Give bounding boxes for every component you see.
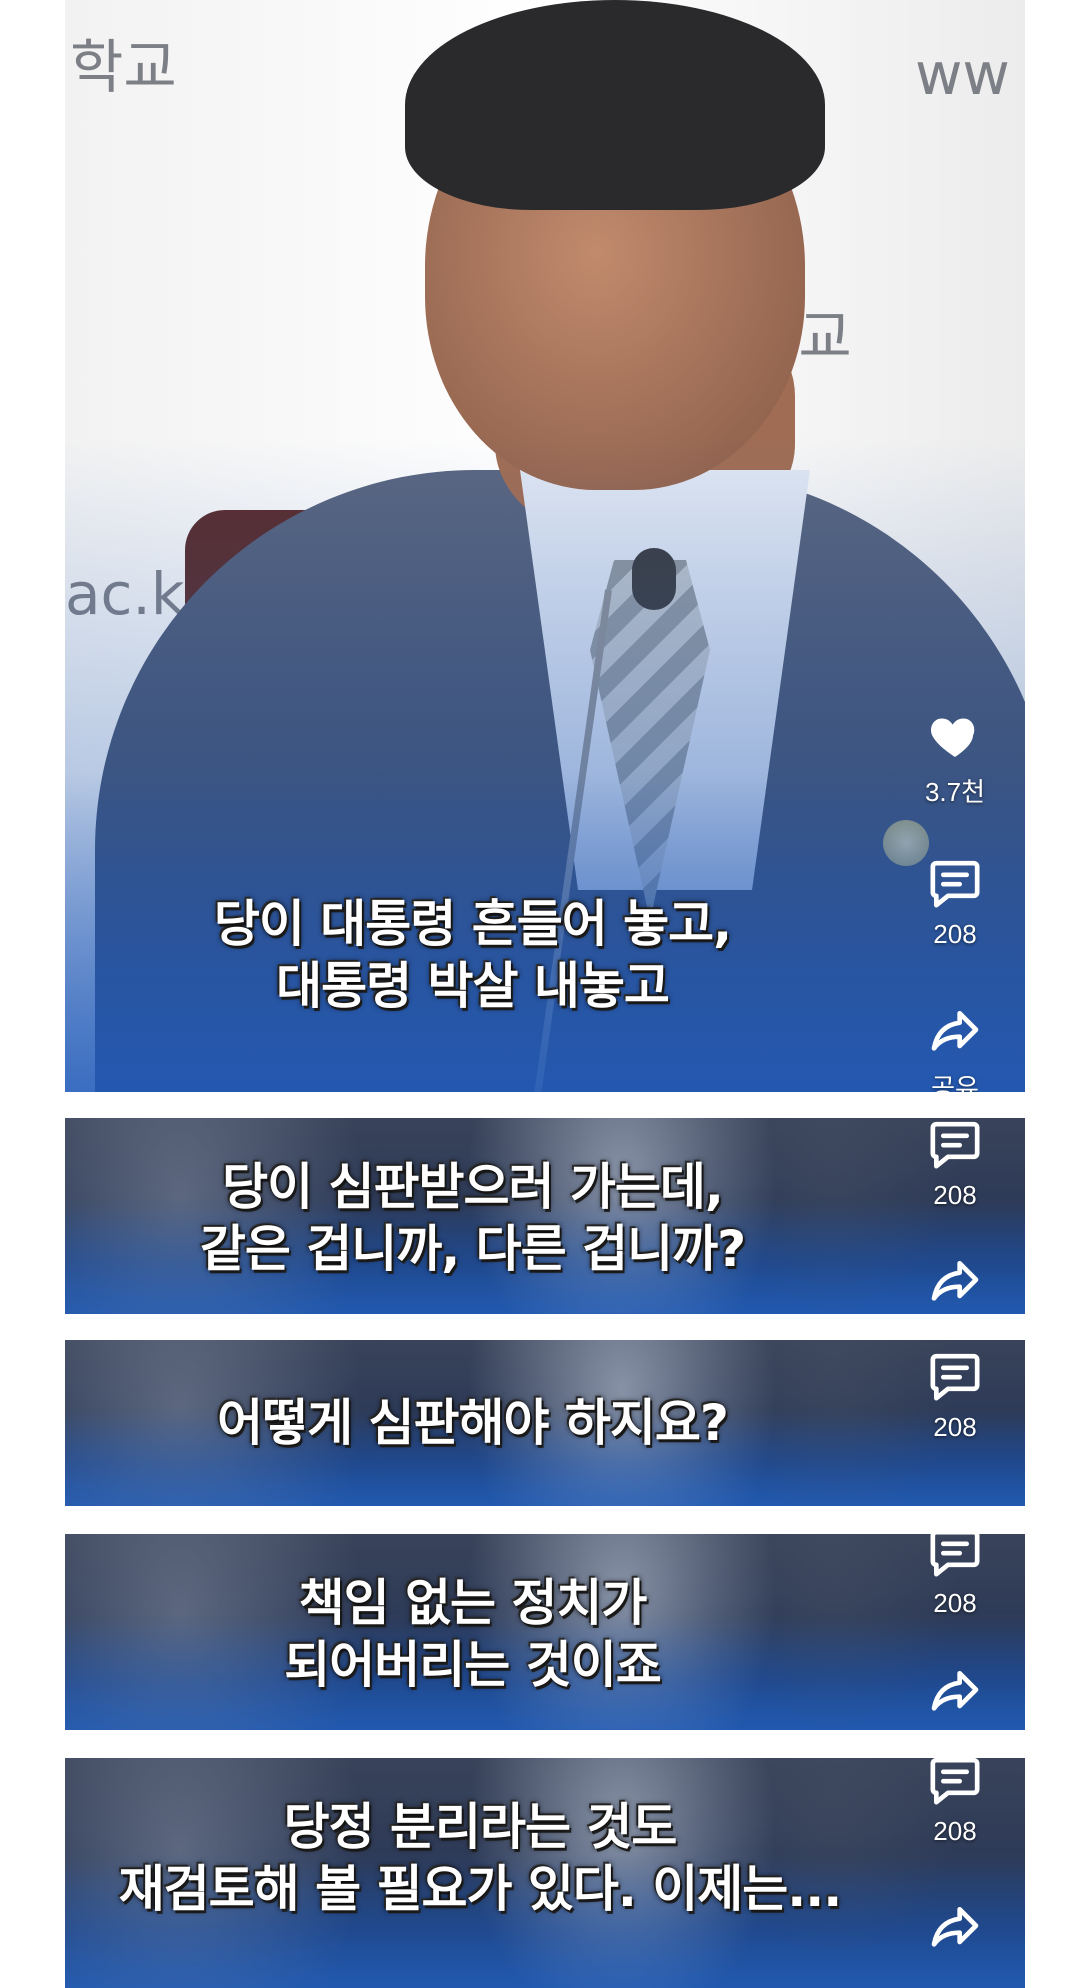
subtitle-caption: 어떻게 심판해야 하지요? [217,1394,729,1452]
video-frame-1[interactable]: 학교 ww 학교 ac.k 당이 대통령 흔들어 놓고, 대통령 박살 내놓고 … [65,0,1025,1092]
share-icon [931,1011,979,1051]
comment-icon [930,1121,980,1169]
subtitle-caption: 당이 대통령 흔들어 놓고, 대통령 박살 내놓고 [213,895,732,1015]
comment-count: 208 [933,1816,977,1846]
share-icon [931,1671,979,1711]
subtitle-caption: 당정 분리라는 것도 재검토해 볼 필요가 있다. 이제는... [118,1798,843,1918]
comment-icon [930,1353,980,1401]
video-frame-5[interactable]: 당정 분리라는 것도 재검토해 볼 필요가 있다. 이제는... 208 [65,1758,1025,1988]
comment-button[interactable]: 208 [885,1758,1025,1847]
share-icon [931,1907,979,1947]
comment-button[interactable]: 208 [885,1348,1025,1443]
subtitle-caption: 당이 심판받으러 가는데, 같은 겁니까, 다른 겁니까? [199,1158,746,1278]
comment-icon [930,1534,980,1577]
like-button[interactable]: 3.7천 [885,708,1025,809]
video-frame-3[interactable]: 어떻게 심판해야 하지요? 208 [65,1340,1025,1506]
background-sign-text: ac.k [65,560,185,628]
comment-icon [930,860,980,908]
share-button[interactable]: 공유 [885,1004,1025,1092]
comment-count: 208 [933,1588,977,1618]
video-frame-2[interactable]: 당이 심판받으러 가는데, 같은 겁니까, 다른 겁니까? 208 [65,1118,1025,1314]
share-icon [931,1261,979,1301]
background-sign-text: ww [915,40,1010,108]
comment-button[interactable]: 208 [885,1534,1025,1619]
share-label: 공유 [931,1073,979,1092]
subtitle-caption: 책임 없는 정치가 되어버리는 것이죠 [284,1574,661,1694]
video-frame-4[interactable]: 책임 없는 정치가 되어버리는 것이죠 208 [65,1534,1025,1730]
comment-count: 208 [933,1412,977,1442]
share-button[interactable] [885,1900,1025,1956]
comment-button[interactable]: 208 [885,1118,1025,1211]
comment-button[interactable]: 208 [885,855,1025,950]
heart-icon [931,718,975,757]
share-button[interactable] [885,1254,1025,1310]
like-count: 3.7천 [924,777,986,807]
share-button[interactable] [885,1664,1025,1720]
comment-icon [930,1758,980,1805]
comment-count: 208 [933,1180,977,1210]
background-sign-text: 학교 [70,33,177,101]
comment-count: 208 [933,919,977,949]
